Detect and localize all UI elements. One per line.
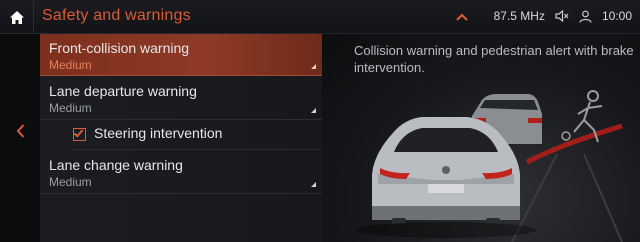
speaker-muted-icon: [555, 10, 569, 22]
item-value: Medium: [49, 101, 92, 115]
item-label: Lane change warning: [49, 157, 183, 173]
list-item-lane-departure-warning[interactable]: Lane departure warning Medium: [40, 76, 322, 120]
page-title: Safety and warnings: [42, 7, 191, 24]
steering-intervention-checkbox[interactable]: [73, 127, 86, 141]
item-label: Lane departure warning: [49, 83, 197, 99]
home-button[interactable]: [0, 0, 34, 34]
item-label: Front-collision warning: [49, 40, 190, 56]
status-area: 87.5 MHz 10:00: [455, 9, 632, 23]
list-item-front-collision-warning[interactable]: Front-collision warning Medium: [40, 34, 322, 76]
expand-corner-icon: [311, 108, 316, 113]
chevron-up-icon[interactable]: [455, 12, 468, 21]
clock: 10:00: [601, 9, 632, 23]
radio-frequency: 87.5 MHz: [493, 9, 545, 23]
item-value: Medium: [49, 175, 92, 189]
info-panel: Collision warning and pedestrian alert w…: [322, 34, 640, 242]
top-bar: Safety and warnings 87.5 MHz 10:00: [0, 0, 640, 34]
item-value: Medium: [49, 58, 92, 72]
user-icon: [579, 10, 592, 23]
back-column[interactable]: [0, 34, 40, 242]
checkmark-icon: [73, 127, 84, 138]
info-description: Collision warning and pedestrian alert w…: [354, 43, 634, 75]
screen: Safety and warnings 87.5 MHz 10:00 Front…: [0, 0, 640, 242]
steering-intervention-option[interactable]: Steering intervention: [70, 120, 322, 150]
item-label: Steering intervention: [94, 125, 223, 141]
home-icon: [9, 10, 24, 24]
list-item-lane-change-warning[interactable]: Lane change warning Medium: [40, 150, 322, 194]
expand-corner-icon: [311, 64, 316, 69]
expand-corner-icon: [311, 182, 316, 187]
chevron-left-icon[interactable]: [16, 124, 25, 138]
settings-list: Front-collision warning Medium Lane depa…: [40, 34, 322, 242]
